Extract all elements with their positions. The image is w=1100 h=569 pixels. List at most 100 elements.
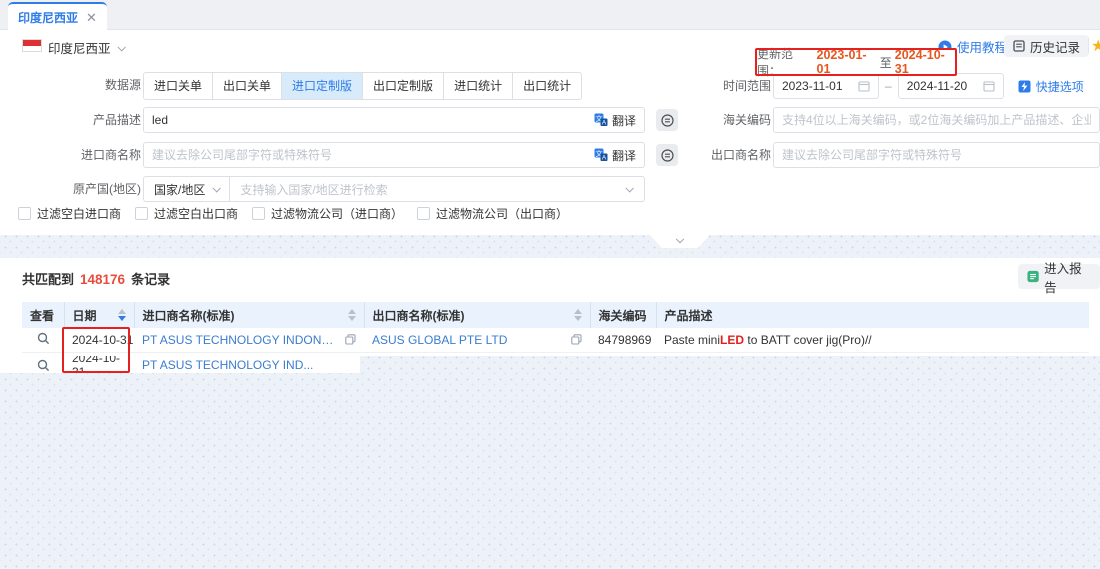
sort-icon[interactable]	[348, 309, 356, 321]
results-panel: 共匹配到 148176 条记录 进入报告 查看 日期 进口商名称(标准) 出口商…	[0, 258, 1100, 356]
checkbox-filter-blank-exporter[interactable]: 过滤空白出口商	[135, 205, 238, 222]
chevron-down-icon	[625, 184, 633, 192]
cell-description: Paste miniLED to BATT cover jig(Pro)//	[656, 328, 1089, 352]
copy-icon[interactable]	[571, 334, 582, 345]
country-selector[interactable]: 印度尼西亚	[48, 38, 124, 57]
chevron-down-icon	[676, 234, 684, 242]
checkbox-label: 过滤空白出口商	[154, 205, 238, 222]
history-label: 历史记录	[1030, 37, 1080, 56]
translate-icon: 文 A	[594, 148, 608, 162]
origin-type-value: 国家/地区	[154, 181, 205, 198]
col-header-date[interactable]: 日期	[64, 302, 134, 328]
play-circle-icon	[938, 40, 952, 54]
importer-label: 进口商名称	[31, 142, 141, 168]
date-from-field[interactable]	[773, 73, 879, 99]
cell-importer-link[interactable]: PT ASUS TECHNOLOGY INDONESIA BA...	[142, 333, 341, 347]
col-header-view[interactable]: 查看	[22, 302, 64, 328]
datasource-segmented-control: 进口关单 出口关单 进口定制版 出口定制版 进口统计 出口统计	[143, 72, 582, 100]
origin-field[interactable]: 国家/地区 支持输入国家/地区进行检索	[143, 176, 645, 202]
translate-button[interactable]: 文 A 翻译	[594, 147, 644, 164]
checkbox-icon	[18, 207, 31, 220]
datasource-option-import-custom-edition[interactable]: 进口定制版	[281, 72, 363, 100]
hs-code-label: 海关编码	[661, 107, 771, 133]
highlight-keyword: LED	[720, 333, 744, 347]
origin-type-select[interactable]: 国家/地区	[144, 177, 230, 201]
importer-row: 进口商名称 文 A 翻译	[143, 142, 678, 168]
filter-checkbox-row: 过滤空白进口商 过滤空白出口商 过滤物流公司（进口商） 过滤物流公司（出口商）	[18, 205, 568, 222]
col-header-importer[interactable]: 进口商名称(标准)	[134, 302, 364, 328]
checkbox-label: 过滤空白进口商	[37, 205, 121, 222]
sort-icon[interactable]	[118, 309, 126, 321]
tutorial-link[interactable]: 使用教程	[938, 37, 1007, 56]
cell-date: 2024-10-31	[64, 356, 134, 373]
col-header-exporter[interactable]: 出口商名称(标准)	[364, 302, 590, 328]
product-input[interactable]	[144, 108, 594, 132]
history-button[interactable]: 历史记录	[1004, 35, 1089, 57]
time-range-label: 时间范围	[661, 73, 771, 99]
cell-hs-code: 84798969	[590, 328, 656, 352]
hs-code-input[interactable]	[774, 108, 1099, 132]
hs-code-field[interactable]	[773, 107, 1100, 133]
cell-importer-link[interactable]: PT ASUS TECHNOLOGY IND...	[134, 358, 321, 372]
datasource-option-import-stats[interactable]: 进口统计	[443, 72, 513, 100]
svg-text:A: A	[602, 155, 607, 162]
date-separator: –	[885, 79, 892, 93]
lightning-icon	[1018, 80, 1031, 93]
checkbox-label: 过滤物流公司（出口商）	[436, 205, 568, 222]
time-range-row: 时间范围 – 快捷选项	[773, 73, 1084, 99]
collapse-panel-handle[interactable]	[650, 235, 710, 248]
indonesia-flag-icon	[22, 39, 42, 52]
hs-code-row: 海关编码	[773, 107, 1100, 133]
checkbox-filter-logistics-exporter[interactable]: 过滤物流公司（出口商）	[417, 205, 568, 222]
date-from-input[interactable]	[782, 79, 852, 93]
copy-icon[interactable]	[345, 334, 356, 345]
table-row: 2024-10-31 PT ASUS TECHNOLOGY INDONESIA …	[22, 328, 1089, 352]
favorite-star-icon[interactable]: ★	[1091, 36, 1100, 56]
match-count: 148176	[80, 272, 125, 287]
exporter-row: 出口商名称	[773, 142, 1100, 168]
checkbox-icon	[135, 207, 148, 220]
filter-panel: 数据源 进口关单 出口关单 进口定制版 出口定制版 进口统计 出口统计 时间范围…	[0, 60, 1100, 235]
view-magnifier-icon[interactable]	[37, 332, 50, 345]
clipped-table-row: 2024-10-31 PT ASUS TECHNOLOGY IND...	[0, 356, 360, 373]
datasource-option-export-custom-edition[interactable]: 出口定制版	[362, 72, 444, 100]
chevron-down-icon	[213, 184, 221, 192]
enter-report-button[interactable]: 进入报告	[1018, 264, 1100, 289]
checkbox-filter-logistics-importer[interactable]: 过滤物流公司（进口商）	[252, 205, 403, 222]
date-to-input[interactable]	[907, 79, 977, 93]
col-header-hs-code[interactable]: 海关编码	[590, 302, 656, 328]
report-icon	[1027, 270, 1039, 283]
tab-bar: 印度尼西亚 ✕	[0, 0, 1100, 30]
translate-icon: 文 A	[594, 113, 608, 127]
origin-placeholder: 支持输入国家/地区进行检索	[230, 181, 626, 198]
exporter-field[interactable]	[773, 142, 1100, 168]
chevron-down-icon	[117, 43, 125, 51]
col-header-description[interactable]: 产品描述	[656, 302, 1089, 328]
table-header-row: 查看 日期 进口商名称(标准) 出口商名称(标准) 海关编码 产品描述	[22, 302, 1089, 328]
exporter-input[interactable]	[774, 143, 1099, 167]
importer-field[interactable]: 文 A 翻译	[143, 142, 645, 168]
checkbox-filter-blank-importer[interactable]: 过滤空白进口商	[18, 205, 121, 222]
product-row: 产品描述 文 A 翻译	[143, 107, 678, 133]
country-name: 印度尼西亚	[48, 38, 111, 57]
origin-label: 原产国(地区)	[31, 176, 141, 202]
close-icon[interactable]: ✕	[86, 11, 97, 24]
history-icon	[1013, 40, 1025, 52]
product-field[interactable]: 文 A 翻译	[143, 107, 645, 133]
cell-exporter-link[interactable]: ASUS GLOBAL PTE LTD	[372, 333, 567, 347]
date-to-field[interactable]	[898, 73, 1004, 99]
tab-indonesia[interactable]: 印度尼西亚 ✕	[8, 2, 107, 30]
view-magnifier-icon[interactable]	[22, 359, 64, 372]
svg-text:A: A	[602, 120, 607, 127]
quick-options-link[interactable]: 快捷选项	[1018, 78, 1084, 95]
datasource-option-import-customs[interactable]: 进口关单	[143, 72, 213, 100]
calendar-icon	[983, 80, 995, 92]
datasource-option-export-customs[interactable]: 出口关单	[212, 72, 282, 100]
checkbox-icon	[252, 207, 265, 220]
translate-button[interactable]: 文 A 翻译	[594, 112, 644, 129]
translate-label: 翻译	[612, 147, 636, 164]
datasource-option-export-stats[interactable]: 出口统计	[512, 72, 582, 100]
translate-label: 翻译	[612, 112, 636, 129]
sort-icon[interactable]	[574, 309, 582, 321]
importer-input[interactable]	[144, 143, 594, 167]
